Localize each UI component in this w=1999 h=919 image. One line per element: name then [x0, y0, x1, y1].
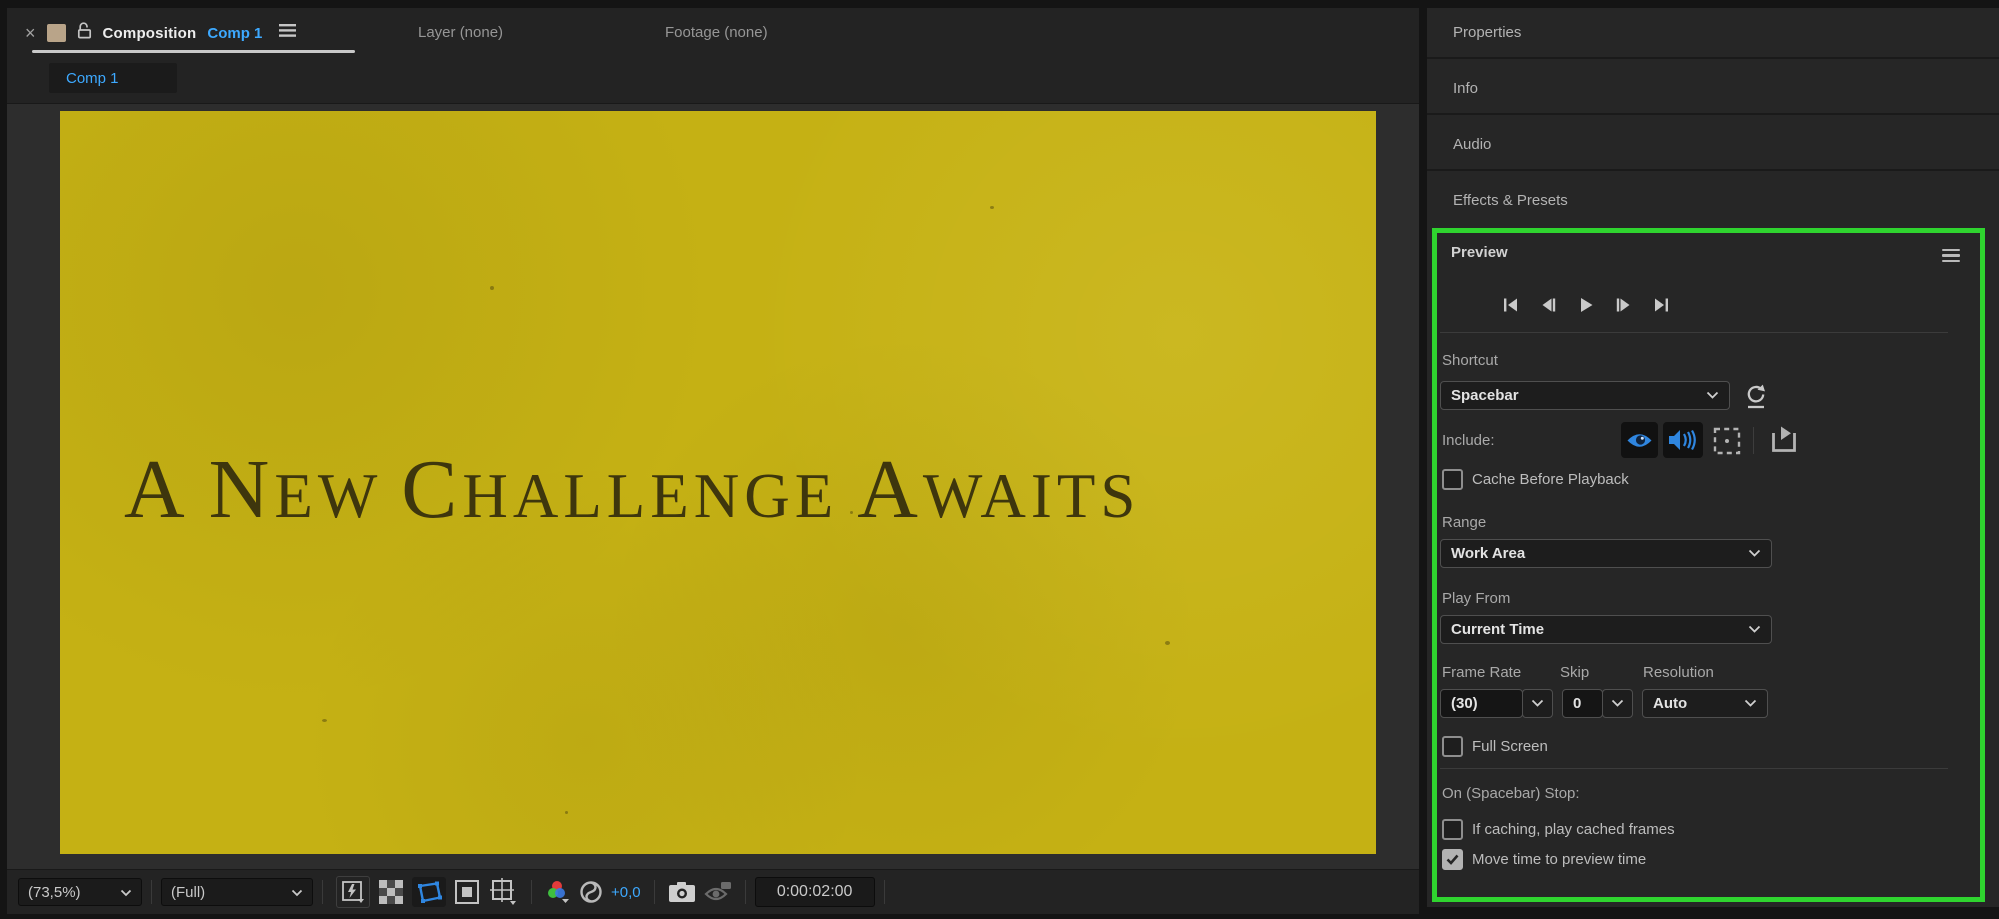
- unlock-icon[interactable]: [77, 22, 92, 44]
- frame-rate-label: Frame Rate: [1442, 664, 1522, 681]
- if-caching-label[interactable]: If caching, play cached frames: [1472, 821, 1675, 838]
- grid-guides-icon[interactable]: [488, 878, 518, 906]
- panel-tab-effects-presets[interactable]: Effects & Presets: [1453, 192, 1568, 209]
- include-audio-button[interactable]: [1663, 422, 1703, 458]
- include-overlays-button[interactable]: [1712, 426, 1742, 461]
- preview-divider: [1440, 768, 1948, 769]
- toolbar-divider: [531, 880, 532, 904]
- preview-menu-hamburger-icon[interactable]: [1942, 249, 1960, 262]
- panel-divider: [1427, 57, 1999, 59]
- move-time-checkbox[interactable]: [1442, 849, 1463, 870]
- overlays-icon: [1713, 427, 1741, 455]
- composition-tab-label: Composition: [102, 24, 197, 42]
- panel-tab-audio[interactable]: Audio: [1453, 136, 1491, 153]
- footage-tab[interactable]: Footage (none): [665, 24, 768, 41]
- layer-controls-icon: [1772, 426, 1796, 452]
- panel-menu-icon[interactable]: [279, 24, 297, 42]
- shortcut-label: Shortcut: [1442, 352, 1498, 369]
- video-eye-icon: [1627, 433, 1652, 447]
- range-dropdown[interactable]: Work Area: [1440, 539, 1772, 568]
- comp-1-viewer-tab[interactable]: Comp 1: [49, 63, 177, 93]
- shortcut-dropdown[interactable]: Spacebar: [1440, 381, 1730, 410]
- on-spacebar-stop-label: On (Spacebar) Stop:: [1442, 785, 1580, 802]
- composition-tab[interactable]: × Composition Comp 1: [25, 20, 297, 46]
- include-divider: [1753, 427, 1754, 454]
- panel-tab-properties[interactable]: Properties: [1453, 24, 1521, 41]
- skip-label: Skip: [1560, 664, 1590, 681]
- full-screen-label[interactable]: Full Screen: [1472, 738, 1548, 755]
- magnification-dropdown[interactable]: (73,5%): [18, 878, 142, 906]
- comp-title-text: A New Challenge Awaits: [124, 443, 1141, 536]
- snapshot-icon[interactable]: [668, 881, 696, 903]
- play-from-dropdown[interactable]: Current Time: [1440, 615, 1772, 644]
- composition-canvas: A New Challenge Awaits: [60, 111, 1376, 854]
- range-label: Range: [1442, 514, 1487, 531]
- comp-1-viewer-tab-label: Comp 1: [66, 69, 119, 87]
- play-button[interactable]: [1578, 297, 1594, 313]
- move-time-label[interactable]: Move time to preview time: [1472, 851, 1646, 868]
- comp-color-swatch: [46, 24, 66, 42]
- show-snapshot-icon[interactable]: [704, 880, 732, 904]
- channels-icon[interactable]: [545, 880, 571, 904]
- toolbar-divider: [151, 880, 152, 904]
- composition-tab-comp-name: Comp 1: [207, 24, 263, 42]
- resolution-preview-dropdown[interactable]: Auto: [1642, 689, 1768, 718]
- toolbar-divider: [883, 880, 885, 904]
- skip-dropdown-button[interactable]: [1602, 689, 1633, 718]
- first-frame-button[interactable]: [1502, 297, 1519, 313]
- last-frame-button[interactable]: [1653, 297, 1670, 313]
- cache-before-playback-label[interactable]: Cache Before Playback: [1472, 471, 1629, 488]
- close-panel-icon[interactable]: ×: [25, 24, 36, 42]
- region-of-interest-icon[interactable]: [454, 879, 480, 905]
- toolbar-divider: [322, 880, 323, 904]
- frame-rate-value[interactable]: (30): [1440, 689, 1523, 718]
- layer-tab[interactable]: Layer (none): [418, 24, 503, 41]
- cache-before-playback-checkbox[interactable]: [1442, 469, 1463, 490]
- transport-controls: [1502, 297, 1670, 313]
- preview-divider: [1440, 332, 1948, 333]
- include-layer-controls-button[interactable]: [1770, 424, 1798, 459]
- frame-rate-dropdown-button[interactable]: [1522, 689, 1553, 718]
- include-video-button[interactable]: [1621, 422, 1658, 458]
- panel-divider: [1427, 113, 1999, 115]
- next-frame-button[interactable]: [1615, 297, 1632, 313]
- skip-value[interactable]: 0: [1562, 689, 1603, 718]
- current-time-field[interactable]: 0:00:02:00: [754, 877, 875, 907]
- panel-tab-info[interactable]: Info: [1453, 80, 1478, 97]
- toolbar-divider: [744, 880, 746, 904]
- previous-frame-button[interactable]: [1540, 297, 1557, 313]
- exposure-value[interactable]: +0,0: [611, 884, 641, 901]
- composition-panel: × Composition Comp 1 Layer (none) Footag…: [7, 8, 1419, 914]
- fast-previews-icon[interactable]: [336, 876, 370, 908]
- play-from-label: Play From: [1442, 590, 1511, 607]
- viewer-toolbar: (73,5%) (Full) +0,0 0:00:02:00: [7, 869, 1419, 914]
- exposure-icon[interactable]: [579, 880, 603, 904]
- panel-divider: [1427, 169, 1999, 171]
- reset-icon[interactable]: [1744, 383, 1768, 414]
- audio-speaker-icon: [1669, 429, 1696, 451]
- after-effects-window: × Composition Comp 1 Layer (none) Footag…: [0, 0, 1999, 919]
- include-label: Include:: [1442, 432, 1495, 449]
- resolution-dropdown[interactable]: (Full): [161, 878, 313, 906]
- composition-viewport: A New Challenge Awaits: [7, 103, 1419, 870]
- preview-panel-title[interactable]: Preview: [1451, 244, 1508, 261]
- transparency-grid-icon[interactable]: [378, 879, 404, 905]
- active-tab-underline: [32, 50, 355, 53]
- mask-visibility-icon[interactable]: [412, 877, 446, 907]
- resolution-label: Resolution: [1643, 664, 1714, 681]
- toolbar-divider: [653, 880, 655, 904]
- full-screen-checkbox[interactable]: [1442, 736, 1463, 757]
- if-caching-checkbox[interactable]: [1442, 819, 1463, 840]
